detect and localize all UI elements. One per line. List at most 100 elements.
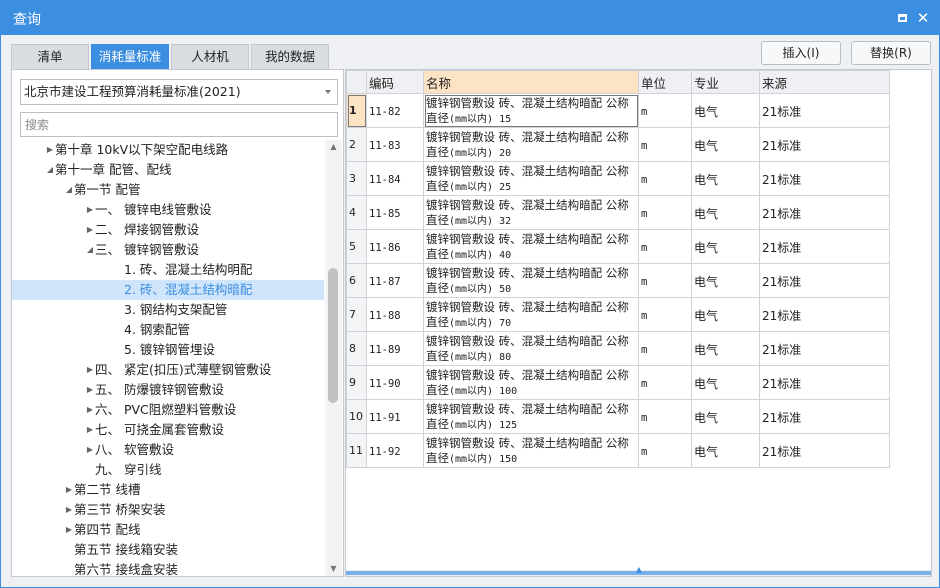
- close-icon[interactable]: ✕: [915, 10, 931, 26]
- table-row[interactable]: 7 11-88 镀锌钢管敷设 砖、混凝土结构暗配 公称直径(mm以内) 70 m 电气 2…: [346, 297, 890, 332]
- tree-node[interactable]: 3. 钢结构支架配管: [12, 300, 324, 320]
- tree-scroll-thumb[interactable]: [328, 268, 338, 403]
- table-row[interactable]: 6 11-87 镀锌钢管敷设 砖、混凝土结构暗配 公称直径(mm以内) 50 m 电气 2…: [346, 263, 890, 298]
- collapse-arrow-icon[interactable]: ◢: [85, 240, 95, 260]
- cell-name[interactable]: 镀锌钢管敷设 砖、混凝土结构暗配 公称直径(mm以内) 32: [423, 195, 639, 230]
- tab-labor-material-machine[interactable]: 人材机: [171, 44, 249, 69]
- row-number[interactable]: 10: [346, 399, 367, 434]
- cell-name[interactable]: 镀锌钢管敷设 砖、混凝土结构暗配 公称直径(mm以内) 25: [423, 161, 639, 196]
- expand-arrow-icon[interactable]: ▶: [85, 220, 95, 240]
- cell-code[interactable]: 11-91: [366, 399, 424, 434]
- tree-node[interactable]: 2. 砖、混凝土结构暗配: [12, 280, 324, 300]
- tree-node[interactable]: ▶ 二、 焊接钢管敷设: [12, 220, 324, 240]
- cell-unit[interactable]: m: [638, 297, 692, 332]
- cell-name[interactable]: 镀锌钢管敷设 砖、混凝土结构暗配 公称直径(mm以内) 100: [423, 365, 639, 400]
- cell-major[interactable]: 电气: [691, 297, 760, 332]
- scroll-up-icon[interactable]: ▲: [325, 140, 342, 154]
- expand-arrow-icon[interactable]: ▶: [64, 480, 74, 500]
- row-number[interactable]: 6: [346, 263, 367, 298]
- grid-horizontal-scrollbar[interactable]: ▲: [346, 566, 931, 576]
- cell-source[interactable]: 21标准: [759, 161, 890, 196]
- search-input[interactable]: [20, 112, 338, 137]
- expand-arrow-icon[interactable]: ▶: [85, 400, 95, 420]
- tree-node[interactable]: ▶ 第二节 线槽: [12, 480, 324, 500]
- cell-unit[interactable]: m: [638, 331, 692, 366]
- cell-code[interactable]: 11-82: [366, 93, 424, 128]
- row-number[interactable]: 2: [346, 127, 367, 162]
- cell-name[interactable]: 镀锌钢管敷设 砖、混凝土结构暗配 公称直径(mm以内) 50: [423, 263, 639, 298]
- cell-major[interactable]: 电气: [691, 365, 760, 400]
- row-number[interactable]: 8: [346, 331, 367, 366]
- tab-consumption-standard[interactable]: 消耗量标准: [91, 44, 169, 69]
- cell-unit[interactable]: m: [638, 365, 692, 400]
- header-code[interactable]: 编码: [366, 70, 424, 94]
- tree-node[interactable]: ◢ 第十一章 配管、配线: [12, 160, 324, 180]
- cell-name[interactable]: 镀锌钢管敷设 砖、混凝土结构暗配 公称直径(mm以内) 40: [423, 229, 639, 264]
- cell-major[interactable]: 电气: [691, 331, 760, 366]
- collapse-arrow-icon[interactable]: ◢: [45, 160, 55, 180]
- replace-button[interactable]: 替换(R): [851, 41, 931, 65]
- tree-node[interactable]: ◢ 三、 镀锌钢管敷设: [12, 240, 324, 260]
- row-number[interactable]: 1: [346, 93, 367, 128]
- tree-node[interactable]: ▶ 第十章 10kV以下架空配电线路: [12, 140, 324, 160]
- cell-major[interactable]: 电气: [691, 93, 760, 128]
- tab-my-data[interactable]: 我的数据: [251, 44, 329, 69]
- expand-arrow-icon[interactable]: ▶: [85, 380, 95, 400]
- cell-code[interactable]: 11-89: [366, 331, 424, 366]
- chevron-up-icon[interactable]: ▲: [633, 566, 645, 574]
- cell-unit[interactable]: m: [638, 195, 692, 230]
- tree-node[interactable]: ▶ 一、 镀锌电线管敷设: [12, 200, 324, 220]
- scroll-down-icon[interactable]: ▼: [325, 562, 342, 576]
- title-bar[interactable]: 查询 ✕: [1, 1, 939, 35]
- maximize-icon[interactable]: [894, 10, 910, 26]
- cell-major[interactable]: 电气: [691, 229, 760, 264]
- cell-major[interactable]: 电气: [691, 433, 760, 468]
- row-number[interactable]: 7: [346, 297, 367, 332]
- cell-code[interactable]: 11-84: [366, 161, 424, 196]
- tree-node[interactable]: 第六节 接线盒安装: [12, 560, 324, 576]
- cell-unit[interactable]: m: [638, 399, 692, 434]
- tree-scrollbar[interactable]: ▲ ▼: [325, 140, 342, 576]
- expand-arrow-icon[interactable]: ▶: [85, 420, 95, 440]
- table-row[interactable]: 9 11-90 镀锌钢管敷设 砖、混凝土结构暗配 公称直径(mm以内) 100 m 电气…: [346, 365, 890, 400]
- tree-node[interactable]: ▶ 八、 软管敷设: [12, 440, 324, 460]
- cell-source[interactable]: 21标准: [759, 399, 890, 434]
- table-row[interactable]: 1 11-82 镀锌钢管敷设 砖、混凝土结构暗配 公称直径(mm以内) 15 m 电气 2…: [346, 93, 890, 128]
- header-major[interactable]: 专业: [691, 70, 760, 94]
- cell-major[interactable]: 电气: [691, 127, 760, 162]
- cell-name[interactable]: 镀锌钢管敷设 砖、混凝土结构暗配 公称直径(mm以内) 150: [423, 433, 639, 468]
- expand-arrow-icon[interactable]: ▶: [45, 140, 55, 160]
- row-number[interactable]: 3: [346, 161, 367, 196]
- cell-source[interactable]: 21标准: [759, 297, 890, 332]
- tree-node[interactable]: 第五节 接线箱安装: [12, 540, 324, 560]
- cell-name[interactable]: 镀锌钢管敷设 砖、混凝土结构暗配 公称直径(mm以内) 125: [423, 399, 639, 434]
- cell-unit[interactable]: m: [638, 127, 692, 162]
- tree-node[interactable]: ▶ 六、 PVC阻燃塑料管敷设: [12, 400, 324, 420]
- cell-code[interactable]: 11-88: [366, 297, 424, 332]
- cell-source[interactable]: 21标准: [759, 127, 890, 162]
- cell-name[interactable]: 镀锌钢管敷设 砖、混凝土结构暗配 公称直径(mm以内) 15: [423, 93, 639, 128]
- cell-source[interactable]: 21标准: [759, 263, 890, 298]
- table-row[interactable]: 11 11-92 镀锌钢管敷设 砖、混凝土结构暗配 公称直径(mm以内) 150 m 电…: [346, 433, 890, 468]
- cell-major[interactable]: 电气: [691, 399, 760, 434]
- cell-source[interactable]: 21标准: [759, 229, 890, 264]
- cell-major[interactable]: 电气: [691, 263, 760, 298]
- table-row[interactable]: 3 11-84 镀锌钢管敷设 砖、混凝土结构暗配 公称直径(mm以内) 25 m 电气 2…: [346, 161, 890, 196]
- table-row[interactable]: 8 11-89 镀锌钢管敷设 砖、混凝土结构暗配 公称直径(mm以内) 80 m 电气 2…: [346, 331, 890, 366]
- tree-node[interactable]: 九、 穿引线: [12, 460, 324, 480]
- table-row[interactable]: 10 11-91 镀锌钢管敷设 砖、混凝土结构暗配 公称直径(mm以内) 125 m 电…: [346, 399, 890, 434]
- row-number[interactable]: 11: [346, 433, 367, 468]
- tree-node[interactable]: ▶ 五、 防爆镀锌钢管敷设: [12, 380, 324, 400]
- row-number[interactable]: 5: [346, 229, 367, 264]
- cell-code[interactable]: 11-87: [366, 263, 424, 298]
- header-name[interactable]: 名称: [423, 70, 639, 94]
- cell-source[interactable]: 21标准: [759, 331, 890, 366]
- cell-unit[interactable]: m: [638, 433, 692, 468]
- standard-select[interactable]: 北京市建设工程预算消耗量标准(2021): [20, 79, 338, 105]
- tree-node[interactable]: ▶ 第三节 桥架安装: [12, 500, 324, 520]
- tree-node[interactable]: ▶ 七、 可挠金属套管敷设: [12, 420, 324, 440]
- expand-arrow-icon[interactable]: ▶: [85, 360, 95, 380]
- row-number[interactable]: 9: [346, 365, 367, 400]
- cell-name[interactable]: 镀锌钢管敷设 砖、混凝土结构暗配 公称直径(mm以内) 20: [423, 127, 639, 162]
- cell-code[interactable]: 11-83: [366, 127, 424, 162]
